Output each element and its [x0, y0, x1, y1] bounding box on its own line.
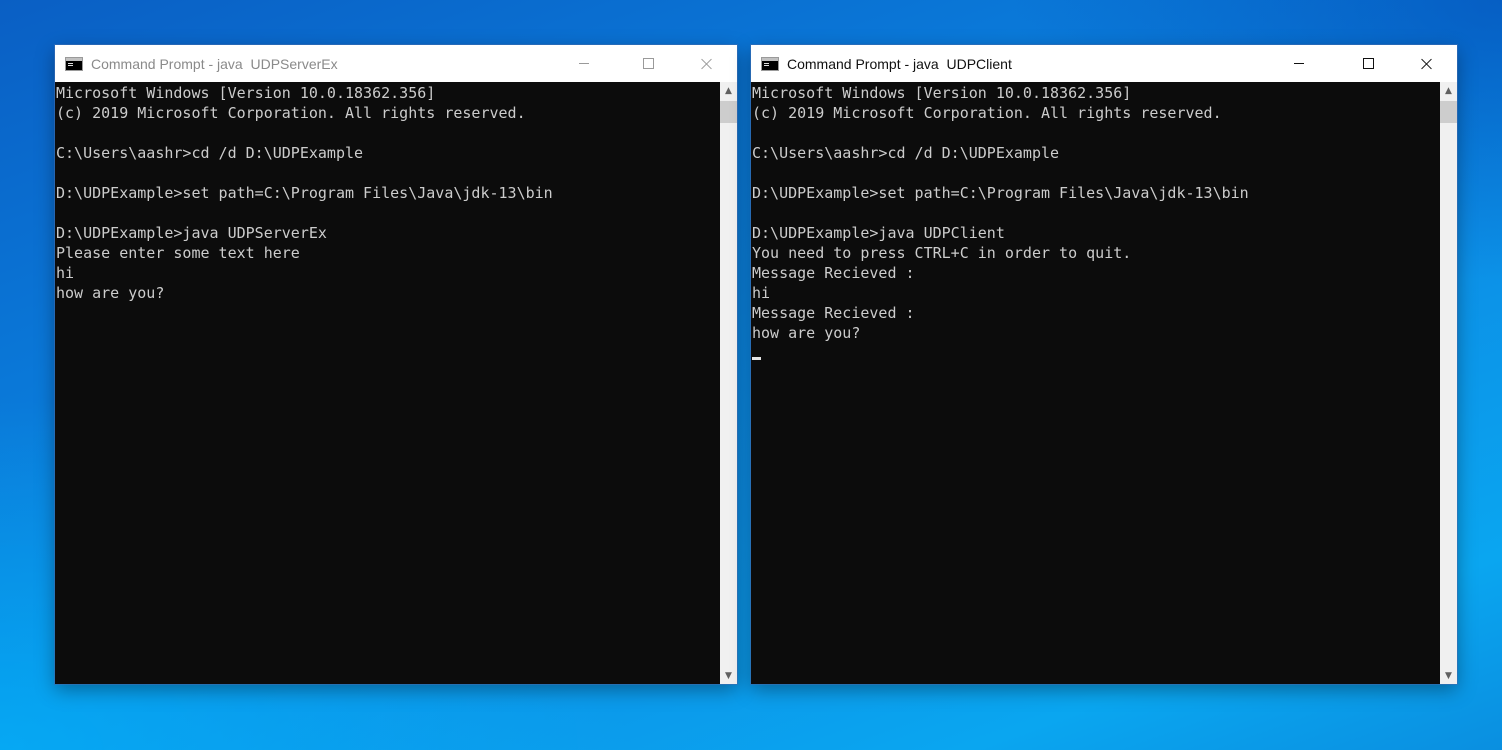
scroll-down-arrow-icon[interactable]: ▼	[720, 667, 737, 684]
server-window-titlebar[interactable]: Command Prompt - java UDPServerEx	[55, 45, 737, 82]
console-cursor-line[interactable]	[752, 343, 1440, 363]
console-line: hi	[752, 284, 771, 302]
server-close-button[interactable]	[684, 45, 730, 82]
client-close-button[interactable]	[1404, 45, 1450, 82]
console-line: Message Recieved :	[752, 264, 915, 282]
console-line: how are you?	[752, 324, 861, 342]
console-line: D:\UDPExample>java UDPServerEx	[56, 224, 327, 242]
minimize-icon	[1294, 63, 1304, 64]
server-console-output[interactable]: Microsoft Windows [Version 10.0.18362.35…	[55, 82, 720, 684]
console-line: Message Recieved :	[752, 304, 915, 322]
client-command-prompt-window[interactable]: Command Prompt - java UDPClient Microsof…	[751, 45, 1457, 684]
client-maximize-button[interactable]	[1345, 45, 1391, 82]
server-window-title: Command Prompt - java UDPServerEx	[91, 55, 338, 72]
client-vertical-scrollbar[interactable]: ▲ ▼	[1440, 82, 1457, 684]
console-line: Microsoft Windows [Version 10.0.18362.35…	[56, 84, 436, 102]
scroll-up-arrow-icon[interactable]: ▲	[720, 82, 737, 99]
console-line: D:\UDPExample>java UDPClient	[752, 224, 1005, 242]
console-line: D:\UDPExample>set path=C:\Program Files\…	[56, 184, 553, 202]
console-line: Microsoft Windows [Version 10.0.18362.35…	[752, 84, 1132, 102]
console-line: (c) 2019 Microsoft Corporation. All righ…	[752, 104, 1222, 122]
scroll-up-arrow-icon[interactable]: ▲	[1440, 82, 1457, 99]
maximize-icon	[642, 58, 654, 69]
console-line: how are you?	[56, 284, 165, 302]
server-vertical-scrollbar[interactable]: ▲ ▼	[720, 82, 737, 684]
client-console-output[interactable]: Microsoft Windows [Version 10.0.18362.35…	[751, 82, 1440, 684]
server-scroll-thumb[interactable]	[720, 101, 737, 123]
server-maximize-button[interactable]	[625, 45, 671, 82]
text-cursor	[752, 357, 761, 360]
minimize-icon	[579, 63, 589, 64]
console-line: You need to press CTRL+C in order to qui…	[752, 244, 1132, 262]
console-line: hi	[56, 264, 75, 282]
console-line: D:\UDPExample>set path=C:\Program Files\…	[752, 184, 1249, 202]
server-command-prompt-window[interactable]: Command Prompt - java UDPServerEx Micros…	[55, 45, 737, 684]
maximize-icon	[1362, 58, 1374, 69]
client-scroll-thumb[interactable]	[1440, 101, 1457, 123]
console-line: (c) 2019 Microsoft Corporation. All righ…	[56, 104, 526, 122]
client-window-titlebar[interactable]: Command Prompt - java UDPClient	[751, 45, 1457, 82]
command-prompt-icon[interactable]	[65, 56, 83, 71]
console-line: C:\Users\aashr>cd /d D:\UDPExample	[56, 144, 364, 162]
server-minimize-button[interactable]	[561, 45, 607, 82]
scroll-down-arrow-icon[interactable]: ▼	[1440, 667, 1457, 684]
client-minimize-button[interactable]	[1276, 45, 1322, 82]
console-line: C:\Users\aashr>cd /d D:\UDPExample	[752, 144, 1060, 162]
close-icon	[701, 58, 713, 70]
client-window-title: Command Prompt - java UDPClient	[787, 55, 1012, 72]
command-prompt-icon[interactable]	[761, 56, 779, 71]
close-icon	[1421, 58, 1433, 70]
console-line: Please enter some text here	[56, 244, 300, 262]
